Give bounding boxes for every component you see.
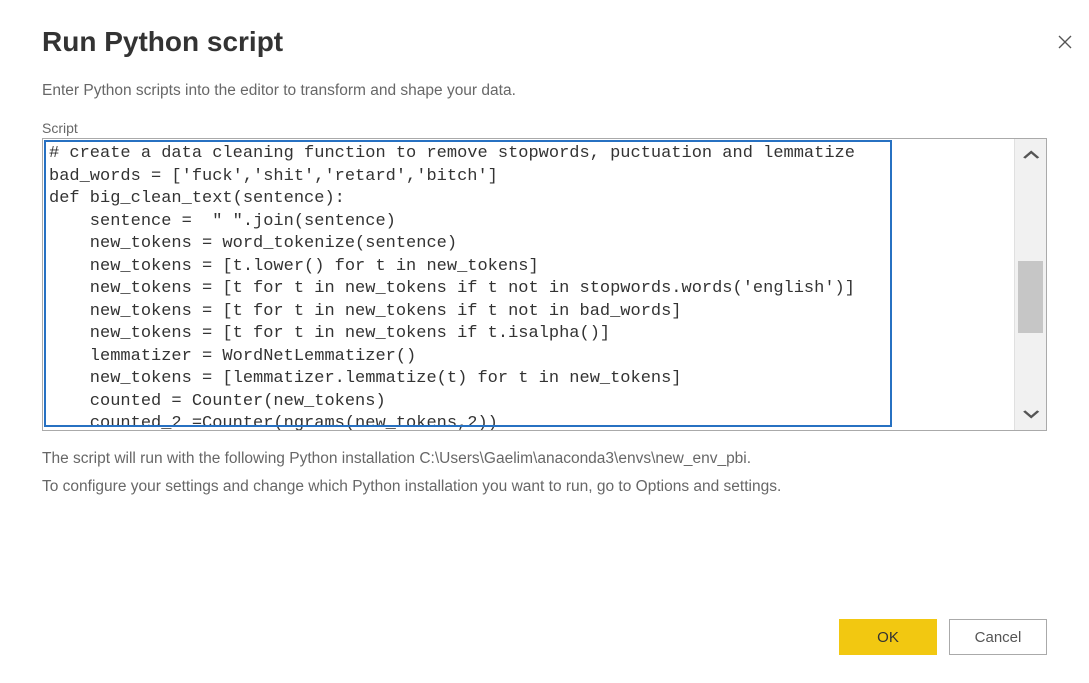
cancel-button[interactable]: Cancel [949, 619, 1047, 655]
footer-line-1: The script will run with the following P… [42, 445, 1089, 473]
vertical-scrollbar[interactable] [1014, 139, 1046, 430]
scroll-up-icon[interactable] [1009, 139, 1052, 171]
close-icon[interactable] [1053, 30, 1077, 54]
ok-button[interactable]: OK [839, 619, 937, 655]
script-code-text[interactable]: # create a data cleaning function to rem… [43, 139, 1014, 430]
footer-line-2: To configure your settings and change wh… [42, 473, 1089, 501]
dialog-title: Run Python script [42, 26, 1089, 58]
script-label: Script [42, 120, 1089, 136]
scroll-thumb[interactable] [1018, 261, 1043, 333]
script-editor[interactable]: # create a data cleaning function to rem… [43, 139, 1014, 430]
dialog-subtitle: Enter Python scripts into the editor to … [42, 82, 1089, 100]
dialog-buttons: OK Cancel [839, 619, 1047, 655]
script-editor-container: # create a data cleaning function to rem… [42, 138, 1047, 431]
scroll-track[interactable] [1015, 171, 1046, 398]
scroll-down-icon[interactable] [1009, 398, 1052, 430]
footer-info: The script will run with the following P… [42, 445, 1089, 501]
